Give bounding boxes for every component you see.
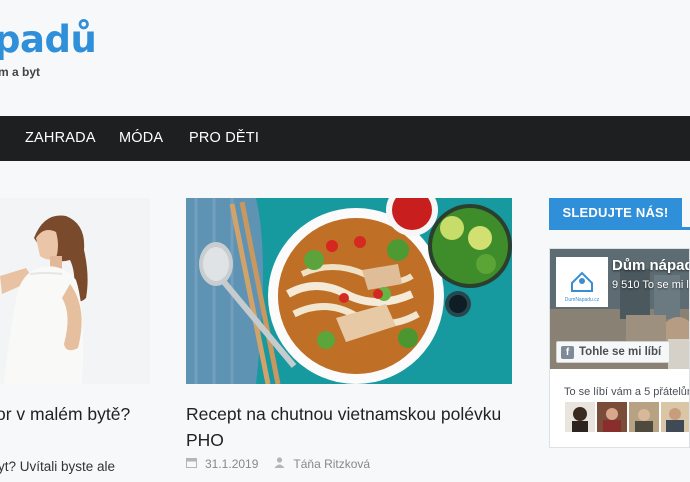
site-tagline: m a byt bbox=[0, 65, 41, 79]
fb-page-avatar[interactable]: DumNapadu.cz bbox=[556, 257, 608, 307]
fb-avatar-caption: DumNapadu.cz bbox=[564, 297, 600, 303]
fb-like-count: 9 510 To se mi líbí bbox=[612, 279, 689, 291]
fb-like-button[interactable]: f Tohle se mi líbí bbox=[556, 341, 671, 363]
article-author[interactable]: Táňa Ritzková bbox=[293, 457, 370, 471]
site-logo[interactable]: padů bbox=[0, 18, 97, 62]
fb-friends-text: To se líbí vám a 5 přátelům bbox=[564, 386, 690, 398]
article-thumbnail-pho[interactable] bbox=[186, 198, 512, 384]
friend-avatar[interactable] bbox=[661, 402, 689, 432]
main-nav: ZAHRADA MÓDA PRO DĚTI bbox=[0, 116, 690, 161]
friend-avatar[interactable] bbox=[565, 402, 595, 432]
article-meta: 31.1.2019 Táňa Ritzková bbox=[186, 457, 370, 471]
nav-item-zahrada[interactable]: ZAHRADA bbox=[25, 116, 96, 161]
article-excerpt-1: yt? Uvítali byste ale bbox=[0, 459, 116, 474]
article-thumbnail-woman[interactable] bbox=[0, 198, 150, 384]
fb-like-button-label: Tohle se mi líbí bbox=[579, 346, 662, 358]
article-title-1[interactable]: or v malém bytě? bbox=[0, 401, 130, 427]
follow-us-heading: SLEDUJTE NÁS! bbox=[549, 198, 682, 228]
article-date: 31.1.2019 bbox=[205, 457, 259, 471]
facebook-icon: f bbox=[561, 345, 574, 359]
fb-friend-faces bbox=[565, 402, 689, 432]
user-icon bbox=[274, 457, 285, 471]
facebook-page-plugin: DumNapadu.cz Dům nápadů 9 510 To se mi l… bbox=[549, 248, 690, 448]
friend-avatar[interactable] bbox=[629, 402, 659, 432]
nav-item-moda[interactable]: MÓDA bbox=[119, 116, 163, 161]
fb-page-name[interactable]: Dům nápadů bbox=[612, 257, 689, 274]
sidebar-widget-heading: SLEDUJTE NÁS! bbox=[549, 198, 690, 230]
article-title-2[interactable]: Recept na chutnou vietnamskou polévku PH… bbox=[186, 401, 516, 453]
calendar-icon bbox=[186, 457, 197, 471]
nav-item-pro-deti[interactable]: PRO DĚTI bbox=[189, 116, 259, 161]
friend-avatar[interactable] bbox=[597, 402, 627, 432]
